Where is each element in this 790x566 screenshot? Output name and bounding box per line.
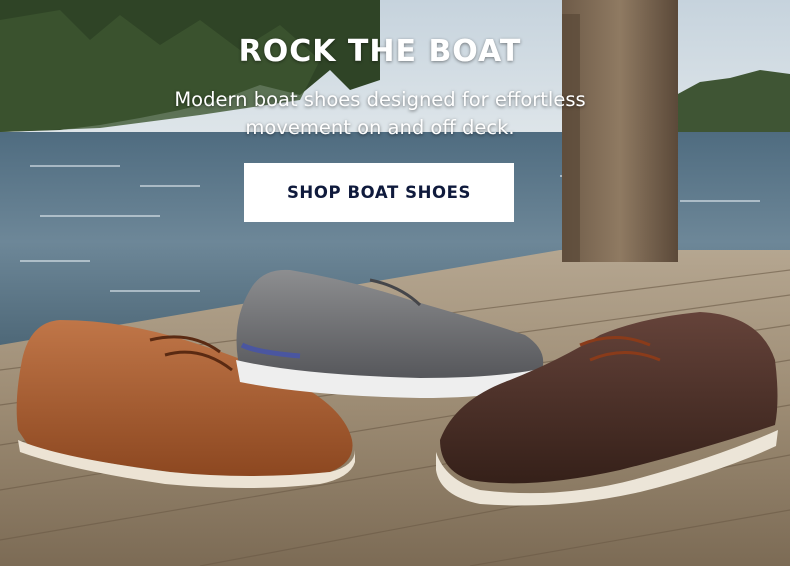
shop-boat-shoes-button[interactable]: SHOP BOAT SHOES (244, 163, 514, 222)
hero-banner[interactable]: ROCK THE BOAT Modern boat shoes designed… (0, 0, 790, 566)
hero-subheadline: Modern boat shoes designed for effortles… (174, 88, 586, 139)
hero-background-image (0, 0, 790, 566)
hero-headline: ROCK THE BOAT (238, 34, 522, 69)
